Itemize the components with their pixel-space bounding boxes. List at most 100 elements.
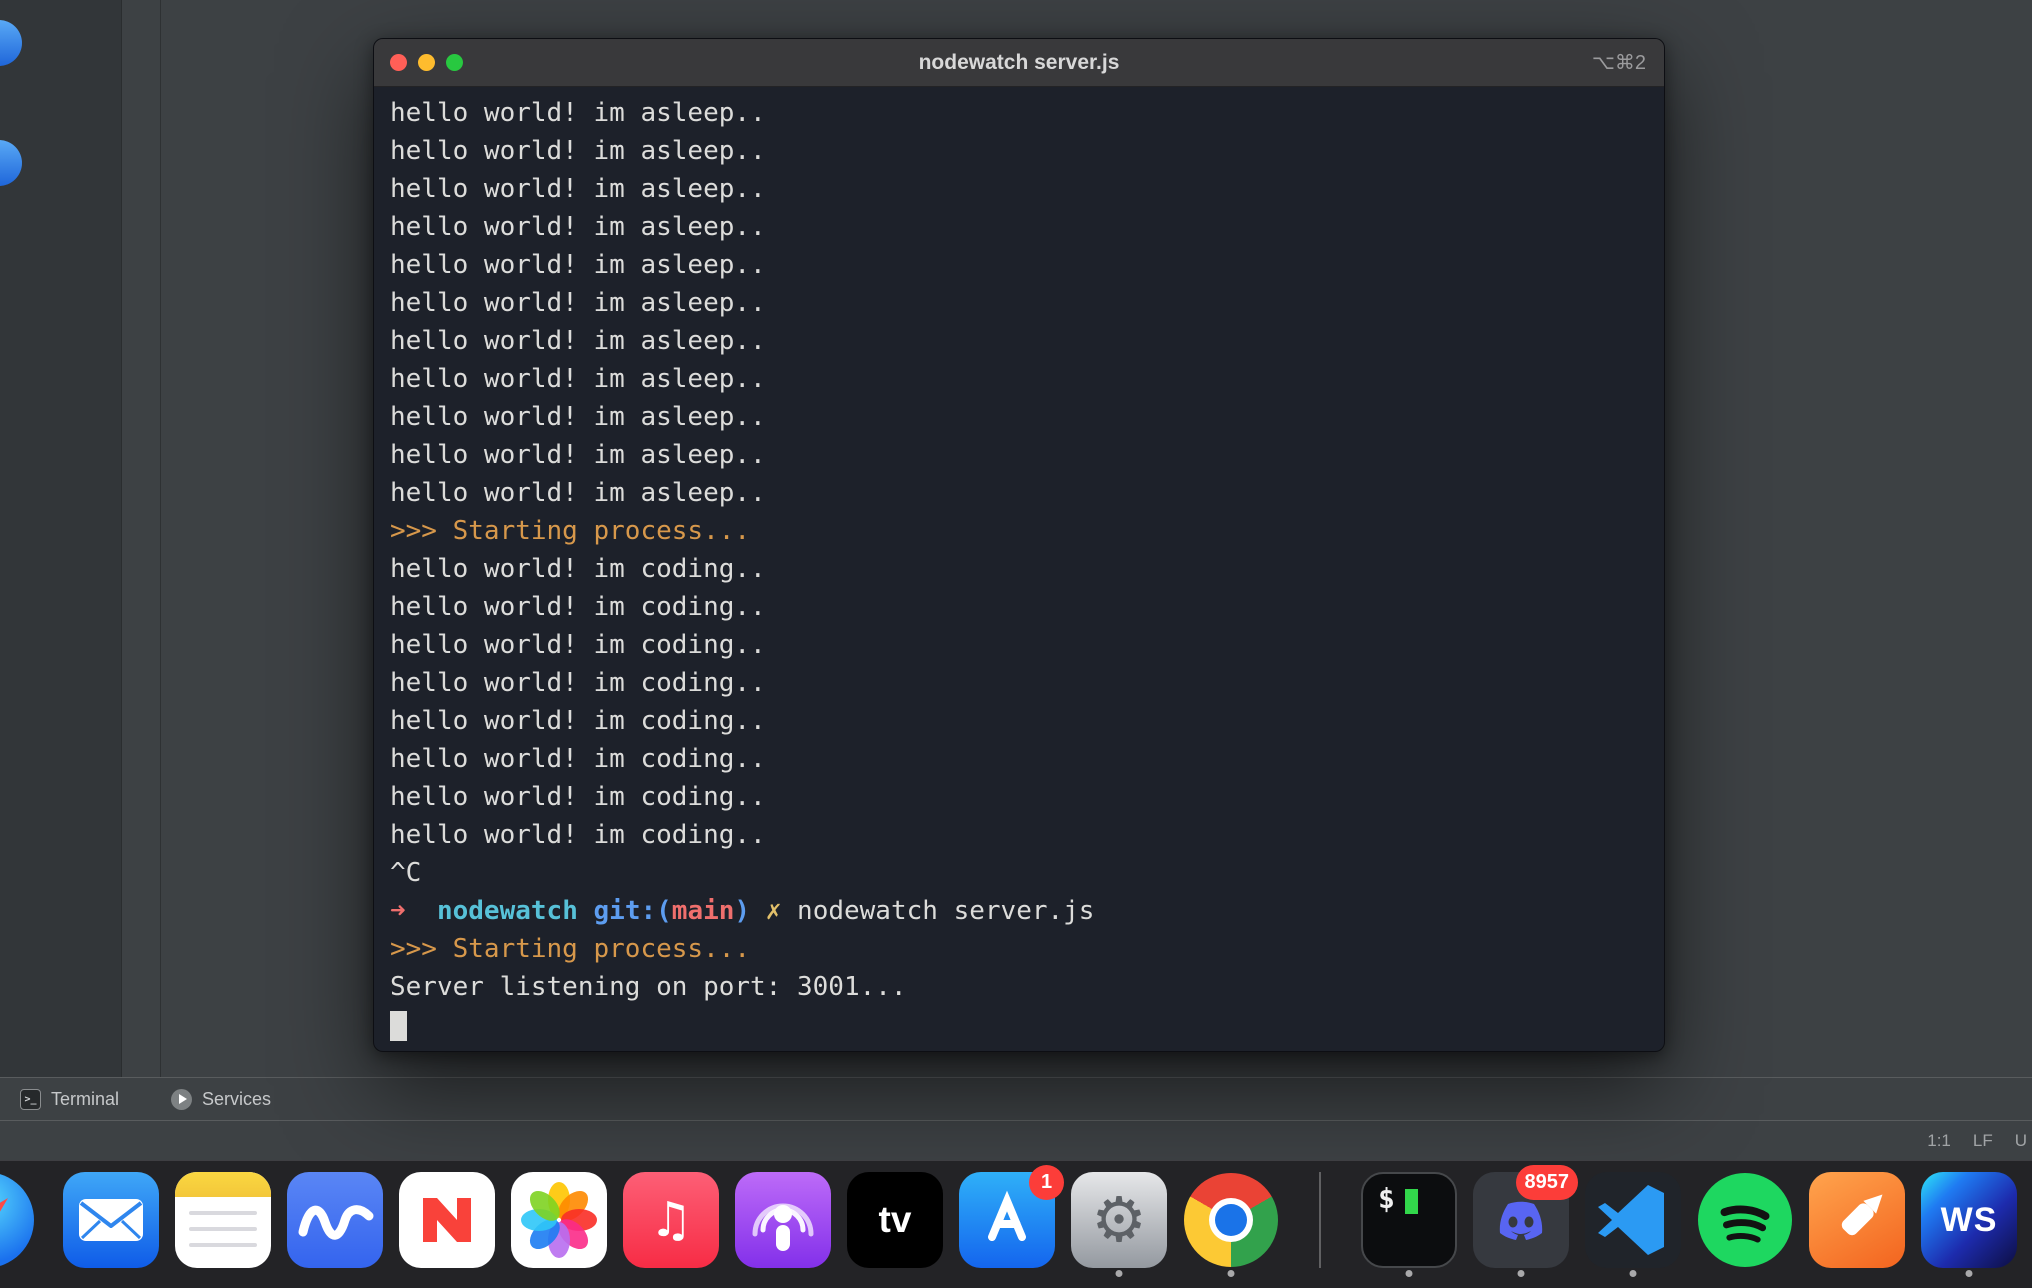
terminal-line: hello world! im asleep..	[390, 440, 766, 470]
tab-terminal[interactable]: >_ Terminal	[20, 1088, 120, 1110]
apple-tv-icon: tv	[847, 1172, 943, 1268]
window-shortcut: ⌥⌘2	[1591, 52, 1646, 74]
notes-header	[175, 1172, 271, 1197]
terminal-line: Server listening on port: 3001...	[390, 972, 907, 1002]
terminal-line: hello world! im asleep..	[390, 288, 766, 318]
dock-item-paw[interactable]	[1809, 1172, 1905, 1268]
dock-item-notability[interactable]	[287, 1172, 383, 1268]
terminal-app-icon: $	[1361, 1172, 1457, 1268]
dock: ♫ tv 1 ⚙ $ 8957 WS	[0, 1160, 2032, 1288]
dock-item-notes[interactable]	[175, 1172, 271, 1268]
mail-icon	[63, 1172, 159, 1268]
dock-item-webstorm[interactable]: WS	[1921, 1172, 2017, 1277]
cursor-block-icon	[1405, 1189, 1418, 1214]
running-indicator	[1965, 1270, 1973, 1277]
caret-position[interactable]: 1:1	[1927, 1131, 1951, 1151]
compass-needle-icon	[0, 1198, 8, 1212]
running-indicator	[1227, 1270, 1235, 1277]
tab-services[interactable]: Services	[171, 1088, 272, 1110]
notification-badge: 8957	[1515, 1165, 1578, 1200]
terminal-line: ^C	[390, 858, 422, 888]
dock-item-news[interactable]	[399, 1172, 495, 1268]
terminal-line: hello world! im coding..	[390, 592, 766, 622]
music-icon: ♫	[623, 1172, 719, 1268]
tv-glyph: tv	[878, 1199, 912, 1240]
close-button[interactable]	[390, 54, 407, 71]
dock-item-system-settings[interactable]: ⚙	[1071, 1172, 1167, 1277]
photos-icon	[511, 1172, 607, 1268]
terminal-line: hello world! im asleep..	[390, 402, 766, 432]
window-controls	[390, 39, 463, 86]
dock-item-chrome[interactable]	[1183, 1172, 1279, 1277]
terminal-line: hello world! im asleep..	[390, 478, 766, 508]
spotify-icon	[1697, 1172, 1793, 1268]
play-icon	[178, 1094, 187, 1104]
podcasts-icon	[735, 1172, 831, 1268]
running-indicator	[1629, 1270, 1637, 1277]
terminal-output[interactable]: hello world! im asleep.. hello world! im …	[374, 87, 1664, 1044]
dock-separator	[1319, 1172, 1321, 1268]
services-icon	[171, 1088, 193, 1110]
dock-item-spotify[interactable]	[1697, 1172, 1793, 1268]
minimize-button[interactable]	[418, 54, 435, 71]
terminal-line: hello world! im coding..	[390, 554, 766, 584]
ws-glyph: WS	[1940, 1200, 1998, 1239]
terminal-line: >>> Starting process...	[390, 934, 751, 964]
notes-lines	[175, 1197, 271, 1268]
terminal-line: >>> Starting process...	[390, 516, 751, 546]
gear-icon: ⚙	[1091, 1183, 1147, 1256]
dock-item-apple-tv[interactable]: tv	[847, 1172, 943, 1268]
terminal-line: hello world! im coding..	[390, 630, 766, 660]
chrome-icon	[1183, 1172, 1279, 1268]
terminal-line: hello world! im coding..	[390, 668, 766, 698]
prompt-glyph: $	[1378, 1182, 1395, 1215]
notes-icon	[175, 1172, 271, 1268]
terminal-line: ➜ nodewatch git:(main) ✗ nodewatch serve…	[390, 896, 1095, 926]
dock-item-photos[interactable]	[511, 1172, 607, 1268]
music-note-glyph: ♫	[649, 1192, 693, 1248]
dock-item-app-store[interactable]: 1	[959, 1165, 1064, 1268]
terminal-line: hello world! im coding..	[390, 706, 766, 736]
tool-window-tabbar: >_ Terminal Services	[0, 1077, 2032, 1120]
dock-item-music[interactable]: ♫	[623, 1172, 719, 1268]
desktop: >_ Terminal Services 1:1 LF U nodewatch …	[0, 0, 2032, 1288]
dock-item-vscode[interactable]	[1585, 1172, 1681, 1277]
notification-badge: 1	[1029, 1165, 1064, 1200]
running-indicator	[1115, 1270, 1123, 1277]
status-bar: 1:1 LF U	[0, 1120, 2032, 1160]
terminal-line: hello world! im asleep..	[390, 98, 766, 128]
tab-terminal-label: Terminal	[51, 1088, 120, 1109]
terminal-line: hello world! im asleep..	[390, 136, 766, 166]
terminal-line: hello world! im asleep..	[390, 326, 766, 356]
file-encoding-indicator[interactable]: U	[2015, 1131, 2027, 1151]
line-separator-indicator[interactable]: LF	[1973, 1131, 1993, 1151]
terminal-line: hello world! im asleep..	[390, 250, 766, 280]
terminal-tab-glyph: >_	[24, 1093, 37, 1105]
terminal-line: hello world! im asleep..	[390, 364, 766, 394]
safari-icon[interactable]	[0, 1172, 34, 1268]
terminal-tab-icon: >_	[20, 1088, 41, 1110]
panel-divider	[160, 0, 161, 1077]
terminal-line: hello world! im asleep..	[390, 212, 766, 242]
window-title: nodewatch server.js	[918, 50, 1120, 74]
notability-icon	[287, 1172, 383, 1268]
settings-icon: ⚙	[1071, 1172, 1167, 1268]
news-icon	[399, 1172, 495, 1268]
terminal-window: nodewatch server.js ⌥⌘2 hello world! im …	[373, 38, 1665, 1052]
webstorm-icon: WS	[1921, 1172, 2017, 1268]
dock-item-podcasts[interactable]	[735, 1172, 831, 1268]
terminal-line	[390, 1006, 1664, 1044]
running-indicator	[1517, 1270, 1525, 1277]
dock-item-discord[interactable]: 8957	[1473, 1165, 1578, 1277]
terminal-line: hello world! im coding..	[390, 782, 766, 812]
pen-app-icon	[1809, 1172, 1905, 1268]
dock-item-terminal[interactable]: $	[1361, 1172, 1457, 1277]
tab-services-label: Services	[202, 1088, 272, 1109]
terminal-cursor	[390, 1011, 407, 1041]
vscode-icon	[1585, 1172, 1681, 1268]
dock-item-mail[interactable]	[63, 1172, 159, 1268]
terminal-line: hello world! im coding..	[390, 820, 766, 850]
zoom-button[interactable]	[446, 54, 463, 71]
terminal-line: hello world! im asleep..	[390, 174, 766, 204]
terminal-titlebar[interactable]: nodewatch server.js ⌥⌘2	[374, 39, 1664, 87]
